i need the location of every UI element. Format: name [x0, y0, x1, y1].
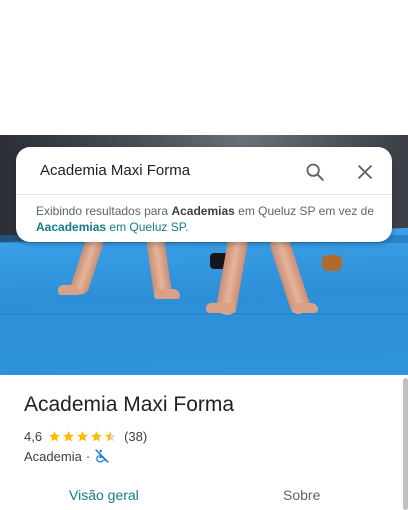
- search-card: Academia Maxi Forma Exibindo resultados …: [16, 147, 392, 242]
- photo-foot: [58, 285, 80, 295]
- photo-mat-line: [0, 313, 408, 315]
- rating-row[interactable]: 4,6 (38): [24, 427, 147, 445]
- close-icon[interactable]: [354, 161, 376, 183]
- star-icon: [63, 430, 74, 441]
- notice-prefix: Exibindo resultados para: [36, 204, 169, 218]
- scrollbar[interactable]: [403, 378, 408, 510]
- photo-foot: [206, 303, 236, 313]
- category-row: Academia ·: [24, 448, 110, 464]
- notice-bold-term: Academias: [171, 204, 235, 218]
- search-correction-notice: Exibindo resultados para Academias em Qu…: [36, 203, 381, 235]
- no-wheelchair-icon: [95, 449, 109, 463]
- original-query-link[interactable]: Aacademias em Queluz SP: [36, 220, 185, 234]
- separator-dot: ·: [85, 448, 91, 464]
- notice-mid: em Queluz SP em vez de: [238, 204, 374, 218]
- original-query-term: Aacademias: [36, 220, 107, 234]
- search-divider: [16, 194, 392, 195]
- place-category: Academia: [24, 448, 82, 464]
- review-count: (38): [124, 428, 148, 444]
- rating-value: 4,6: [24, 428, 43, 444]
- notice-end: .: [185, 220, 189, 234]
- original-query-rest: em Queluz SP: [109, 220, 186, 234]
- search-icon[interactable]: [304, 161, 326, 183]
- photo-foot: [154, 289, 180, 299]
- place-title: Academia Maxi Forma: [24, 393, 235, 416]
- star-icon: [91, 430, 102, 441]
- star-half-icon: [105, 430, 116, 441]
- star-rating: [48, 430, 118, 443]
- tab-overview[interactable]: Visão geral: [69, 487, 139, 503]
- blank-area: [0, 0, 408, 135]
- search-input[interactable]: Academia Maxi Forma: [40, 162, 190, 179]
- star-icon: [49, 430, 60, 441]
- photo-foot: [292, 303, 318, 313]
- photo-mat: [0, 227, 408, 375]
- star-icon: [77, 430, 88, 441]
- tab-about[interactable]: Sobre: [283, 487, 320, 503]
- photo-prop-orange: [322, 255, 342, 271]
